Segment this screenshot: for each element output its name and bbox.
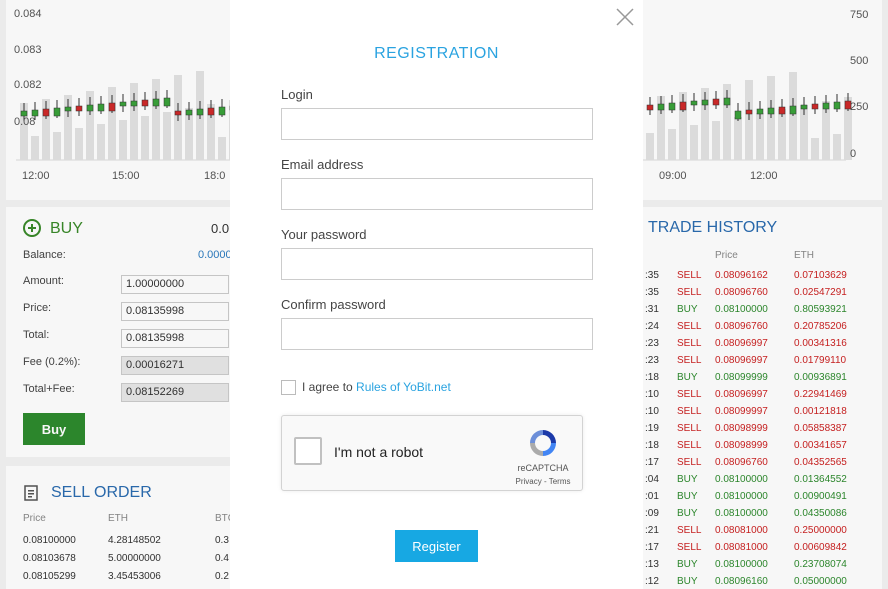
email-input[interactable] [281,178,593,210]
confirm-password-label: Confirm password [281,297,386,312]
agree-checkbox[interactable] [281,380,296,395]
confirm-password-input[interactable] [281,318,593,350]
modal-title: REGISTRATION [374,45,499,62]
agree-prefix: I agree to [302,380,357,394]
recaptcha-widget: I'm not a robot reCAPTCHA Privacy - Term… [281,415,583,491]
password-label: Your password [281,227,367,242]
registration-modal: REGISTRATION Login Email address Your pa… [230,0,643,589]
recaptcha-label: I'm not a robot [334,444,424,460]
register-button[interactable]: Register [395,530,478,562]
recaptcha-links[interactable]: Privacy - Terms [510,477,576,486]
agree-text: I agree to Rules of YoBit.net [302,380,451,394]
login-label: Login [281,87,313,102]
recaptcha-checkbox[interactable] [294,437,322,465]
close-icon[interactable] [614,6,636,28]
password-input[interactable] [281,248,593,280]
email-label: Email address [281,157,364,172]
recaptcha-logo-icon [530,430,556,456]
login-input[interactable] [281,108,593,140]
recaptcha-brand: reCAPTCHA [517,463,569,473]
rules-link[interactable]: Rules of YoBit.net [356,380,451,394]
